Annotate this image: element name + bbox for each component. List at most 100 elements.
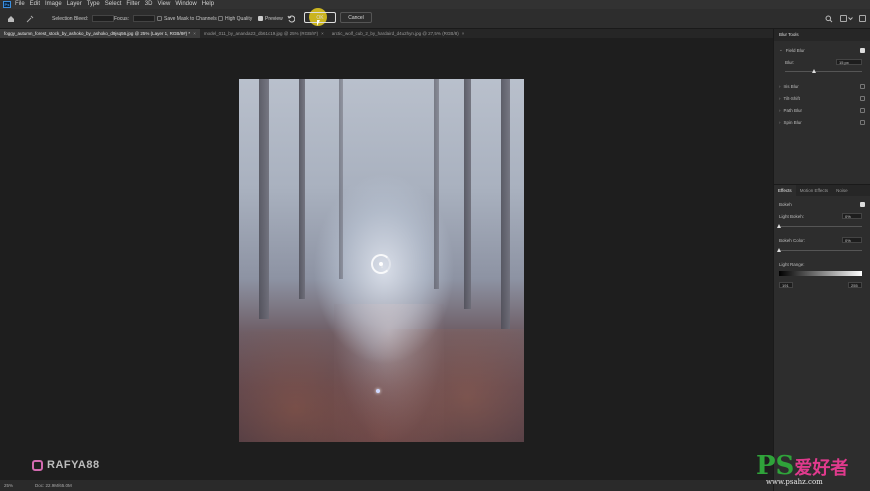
panel-spacer	[774, 128, 870, 184]
save-mask-checkbox[interactable]: Save Mask to Channels	[157, 13, 217, 24]
high-quality-checkbox[interactable]: High Quality	[218, 13, 252, 24]
light-range-max-input[interactable]: 255	[848, 282, 862, 288]
tab-wolf[interactable]: arctic_wolf_cub_2_by_hardaird_d4u2hyn.jp…	[328, 29, 469, 38]
path-blur-row[interactable]: › Path Blur	[774, 104, 870, 116]
bokeh-color-row: Bokeh Color: 0%	[774, 234, 870, 246]
light-bokeh-label: Light Bokeh:	[779, 213, 805, 219]
cancel-button[interactable]: Cancel	[340, 12, 372, 23]
high-quality-check[interactable]	[218, 16, 223, 21]
site-watermark: PS爱好者 www.psahz.com	[756, 451, 849, 486]
bokeh-checkbox[interactable]	[860, 201, 865, 207]
menu-edit[interactable]: Edit	[30, 0, 40, 9]
menu-type[interactable]: Type	[87, 0, 100, 9]
path-blur-checkbox[interactable]	[860, 107, 865, 113]
high-quality-label: High Quality	[225, 15, 253, 22]
blur-pin-secondary[interactable]	[376, 389, 380, 393]
tab-model[interactable]: model_011_by_ananda23_db61c19.jpg @ 25% …	[200, 29, 328, 38]
focus-input[interactable]	[133, 15, 156, 22]
close-icon[interactable]: ×	[321, 31, 324, 36]
field-blur-checkbox[interactable]	[860, 47, 865, 53]
menu-help[interactable]: Help	[202, 0, 214, 9]
search-icon[interactable]	[825, 15, 833, 23]
chevron-right-icon[interactable]: ›	[779, 108, 781, 113]
tab-label: arctic_wolf_cub_2_by_hardaird_d4u2hyn.jp…	[331, 31, 459, 36]
path-blur-label: Path Blur	[783, 107, 803, 113]
iris-blur-label: Iris Blur	[783, 83, 799, 89]
blur-amount-input[interactable]: 15 px	[836, 59, 862, 65]
home-icon[interactable]	[7, 15, 14, 22]
status-bar: 25% Doc: 22.9M/65.0M	[0, 480, 773, 491]
tilt-shift-label: Tilt-Shift	[783, 95, 800, 101]
menu-filter[interactable]: Filter	[126, 0, 139, 9]
focus-control: Focus:	[114, 13, 156, 24]
canvas-area[interactable]: 0	[0, 38, 773, 480]
brand-ps: PS	[756, 451, 795, 481]
reset-icon[interactable]	[287, 15, 296, 23]
chevron-right-icon[interactable]: ›	[779, 120, 781, 125]
light-range-values-row: 191 255	[774, 280, 870, 290]
menu-window[interactable]: Window	[175, 0, 196, 9]
tab-noise[interactable]: Noise	[832, 185, 852, 196]
light-range-min-input[interactable]: 191	[779, 282, 793, 288]
blur-slider[interactable]	[785, 68, 862, 73]
share-icon[interactable]	[859, 15, 866, 22]
bokeh-color-slider[interactable]	[777, 247, 862, 252]
preview-check[interactable]	[258, 16, 263, 21]
spin-blur-row[interactable]: › Spin Blur	[774, 116, 870, 128]
bokeh-color-input[interactable]: 0%	[842, 237, 862, 243]
brand-url: www.psahz.com	[766, 478, 823, 486]
selection-bleed-input[interactable]	[92, 15, 115, 22]
options-bar: Selection Bleed: Focus: Save Mask to Cha…	[0, 8, 870, 29]
tilt-shift-row[interactable]: › Tilt-Shift	[774, 92, 870, 104]
chevron-down-icon[interactable]	[848, 15, 853, 22]
bokeh-color-knob[interactable]	[777, 247, 781, 252]
zoom-level[interactable]: 25%	[4, 483, 13, 488]
tab-motion-effects[interactable]: Motion Effects	[796, 185, 832, 196]
doc-size[interactable]: Doc: 22.9M/65.0M	[35, 483, 72, 488]
spin-blur-checkbox[interactable]	[860, 119, 865, 125]
watermark-text: RAFYA88	[47, 459, 100, 471]
fallen-leaves	[239, 329, 524, 442]
workspace-icon[interactable]	[840, 15, 847, 22]
tree-trunk	[464, 79, 471, 309]
iris-blur-row[interactable]: › Iris Blur	[774, 80, 870, 92]
tab-effects[interactable]: Effects	[774, 185, 796, 196]
tilt-shift-checkbox[interactable]	[860, 95, 865, 101]
chevron-right-icon[interactable]: ›	[779, 84, 781, 89]
iris-blur-checkbox[interactable]	[860, 83, 865, 89]
light-bokeh-input[interactable]: 0%	[842, 213, 862, 219]
photoshop-logo-icon[interactable]: Ps	[3, 1, 11, 8]
preview-label: Preview	[265, 15, 283, 22]
menu-file[interactable]: File	[15, 0, 25, 9]
close-icon[interactable]: ×	[462, 31, 465, 36]
focus-tool-icon[interactable]	[26, 15, 34, 23]
ok-button[interactable]: OK	[304, 12, 336, 23]
bokeh-label: Bokeh	[779, 201, 792, 207]
tab-foggy-forest[interactable]: foggy_autumn_forest_stock_by_ashoko_by_a…	[0, 29, 200, 38]
blur-gallery-panel: Blur Tools ⌄ Field Blur Blur: 15 px › Ir…	[773, 29, 870, 491]
close-icon[interactable]: ×	[193, 31, 196, 36]
menu-layer[interactable]: Layer	[67, 0, 82, 9]
chevron-down-icon[interactable]: ⌄	[779, 47, 783, 53]
menu-select[interactable]: Select	[105, 0, 122, 9]
light-range-gradient[interactable]	[779, 271, 862, 276]
menu-3d[interactable]: 3D	[145, 0, 153, 9]
tree-trunk	[501, 79, 510, 329]
bokeh-row[interactable]: Bokeh	[774, 198, 870, 210]
document-image[interactable]	[239, 79, 524, 442]
chevron-right-icon[interactable]: ›	[779, 96, 781, 101]
save-mask-check[interactable]	[157, 16, 162, 21]
light-bokeh-knob[interactable]	[777, 223, 781, 228]
light-bokeh-slider[interactable]	[777, 223, 862, 228]
tree-trunk	[299, 79, 305, 299]
menu-image[interactable]: Image	[45, 0, 62, 9]
bokeh-color-label: Bokeh Color:	[779, 237, 806, 243]
field-blur-row[interactable]: ⌄ Field Blur	[774, 44, 870, 56]
menu-view[interactable]: View	[157, 0, 170, 9]
preview-checkbox[interactable]: Preview	[258, 13, 283, 24]
brand-chinese: 爱好者	[794, 458, 849, 479]
blur-slider-knob[interactable]	[812, 68, 817, 73]
save-mask-label: Save Mask to Channels	[164, 15, 217, 22]
tab-label: foggy_autumn_forest_stock_by_ashoko_by_a…	[4, 31, 191, 36]
light-range-label: Light Range:	[779, 261, 805, 267]
